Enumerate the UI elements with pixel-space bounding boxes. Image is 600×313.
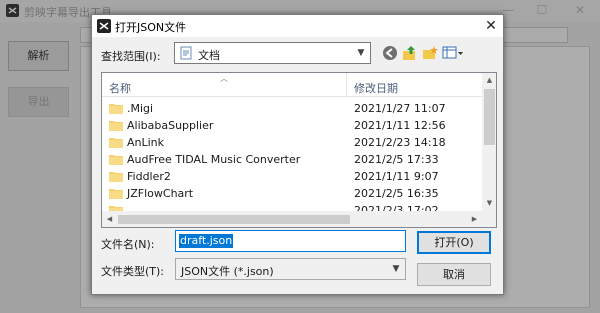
scroll-up-icon[interactable]: ▲: [482, 73, 496, 88]
look-in-dropdown[interactable]: 文档 ▼: [174, 42, 371, 64]
file-name-cell: .Migi: [127, 102, 154, 115]
file-type-value: JSON文件 (*.json): [181, 265, 274, 278]
file-name-cell: Fiddler2: [127, 170, 171, 183]
sort-ascending-icon: ︿: [220, 74, 228, 83]
horizontal-scrollbar[interactable]: ◀ ▶: [102, 211, 482, 227]
scroll-down-icon[interactable]: ▼: [482, 196, 496, 211]
cancel-button[interactable]: 取消: [417, 263, 491, 286]
file-name-input[interactable]: draft.json: [175, 230, 406, 252]
look-in-value: 文档: [198, 49, 220, 62]
dialog-titlebar: 打开JSON文件 ✕: [92, 15, 503, 37]
file-type-label: 文件类型(T):: [101, 265, 165, 278]
file-list-header: ︿ 名称 修改日期: [102, 73, 482, 97]
view-menu-icon[interactable]: [442, 45, 464, 61]
documents-folder-icon: [180, 46, 192, 60]
file-date-cell: 2021/2/5 16:35: [354, 187, 439, 200]
file-date-cell: 2021/1/11 12:56: [354, 119, 446, 132]
dialog-close-button[interactable]: ✕: [482, 17, 500, 35]
file-name-cell: JZFlowChart: [127, 187, 194, 200]
file-name-label: 文件名(N):: [101, 238, 155, 251]
file-name-cell: AlibabaSupplier: [127, 119, 214, 132]
open-json-dialog: 打开JSON文件 ✕ 查找范围(I): 文档 ▼ ︿ 名称 修改日期 .Migi…: [91, 14, 504, 295]
scroll-left-icon[interactable]: ◀: [102, 211, 117, 227]
vertical-scroll-thumb[interactable]: [484, 89, 495, 145]
list-item[interactable]: AlibabaSupplier 2021/1/11 12:56: [102, 117, 482, 134]
list-item[interactable]: AnLink 2021/2/23 14:18: [102, 134, 482, 151]
file-type-dropdown[interactable]: JSON文件 (*.json) ▼: [175, 258, 406, 280]
file-name-value: draft.json: [179, 234, 234, 248]
column-header-name[interactable]: 名称: [109, 80, 131, 96]
capcut-app-icon: [97, 19, 111, 33]
folder-icon: [109, 172, 123, 182]
list-item[interactable]: JZFlowChart 2021/2/5 16:35: [102, 185, 482, 202]
file-date-cell: 2021/2/5 17:33: [354, 153, 439, 166]
open-button[interactable]: 打开(O): [417, 231, 491, 254]
column-divider[interactable]: [346, 73, 347, 97]
folder-icon: [109, 138, 123, 148]
new-folder-icon[interactable]: [422, 45, 438, 61]
list-item[interactable]: .Migi 2021/1/27 11:07: [102, 100, 482, 117]
up-folder-icon[interactable]: [402, 45, 418, 61]
scrollbar-corner: [482, 211, 496, 227]
file-date-cell: 2021/2/23 14:18: [354, 136, 446, 149]
list-item[interactable]: AudFree TIDAL Music Converter 2021/2/5 17…: [102, 151, 482, 168]
scroll-right-icon[interactable]: ▶: [467, 211, 482, 227]
horizontal-scroll-thumb[interactable]: [118, 215, 350, 224]
column-header-date[interactable]: 修改日期: [354, 80, 398, 96]
back-icon[interactable]: [382, 45, 398, 61]
file-name-cell: AudFree TIDAL Music Converter: [127, 153, 301, 166]
file-date-cell: 2021/1/11 9:07: [354, 170, 439, 183]
dialog-title: 打开JSON文件: [115, 21, 187, 34]
folder-icon: [109, 155, 123, 165]
chevron-down-icon: ▼: [392, 264, 400, 274]
look-in-label: 查找范围(I):: [101, 50, 161, 63]
folder-icon: [109, 189, 123, 199]
file-date-cell: 2021/1/27 11:07: [354, 102, 446, 115]
chevron-down-icon: ▼: [357, 48, 365, 58]
file-name-cell: AnLink: [127, 136, 165, 149]
folder-icon: [109, 121, 123, 131]
vertical-scrollbar[interactable]: ▲ ▼: [482, 73, 496, 211]
list-item[interactable]: Fiddler2 2021/1/11 9:07: [102, 168, 482, 185]
file-list[interactable]: ︿ 名称 修改日期 .Migi 2021/1/27 11:07 AlibabaSup…: [101, 72, 497, 228]
folder-icon: [109, 104, 123, 114]
